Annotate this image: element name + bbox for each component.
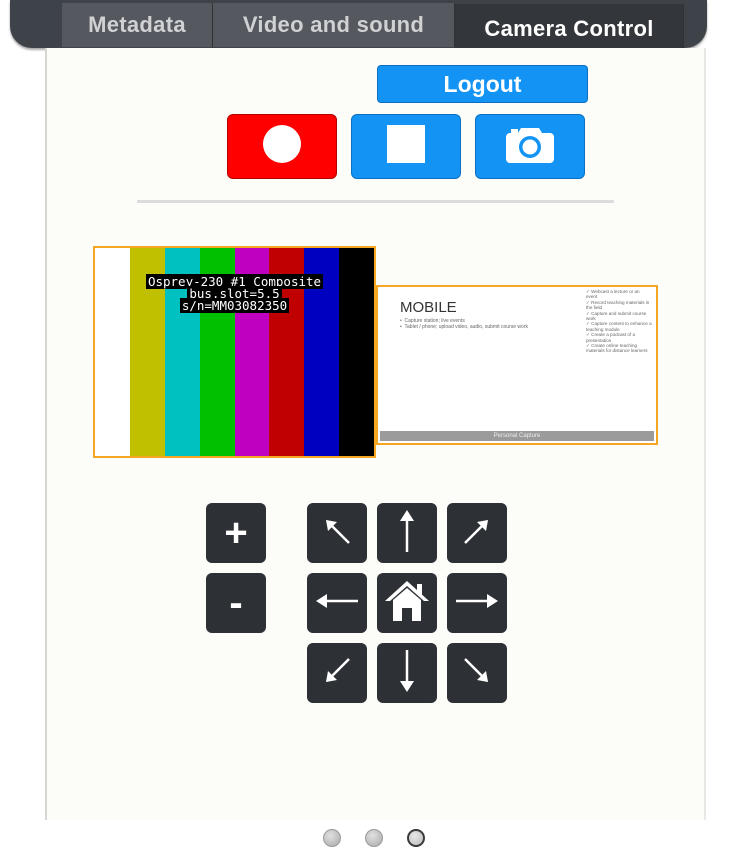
tilt-down-button[interactable] — [377, 643, 437, 703]
tab-bar: Metadata Video and sound Camera Control — [10, 0, 707, 48]
arrow-down-left-icon — [317, 651, 357, 696]
checklist-item: Webcast a lecture or an event — [586, 289, 640, 300]
tab-metadata[interactable]: Metadata — [62, 3, 213, 47]
checklist-item: Capture content to enhance a teaching mo… — [586, 321, 652, 332]
checklist-item: Record teaching materials in the field — [586, 299, 650, 311]
feed-osd-text: Osprey-230 #1 Composite bus.slot=5.5 s/n… — [95, 274, 374, 313]
checklist-item: Capture and submit course work — [586, 310, 647, 322]
checklist-item: Create online teaching materials for dis… — [586, 343, 648, 354]
snapshot-button[interactable] — [475, 114, 585, 179]
arrow-right-icon — [452, 586, 502, 621]
slide-bullets: • Capture station; live events • Tablet … — [400, 318, 528, 330]
tilt-up-button[interactable] — [377, 503, 437, 563]
minus-icon: - — [229, 581, 243, 625]
checklist-item: Create a podcast of a presentation — [586, 332, 636, 343]
divider — [137, 200, 614, 203]
pan-up-right-button[interactable] — [447, 503, 507, 563]
arrow-up-icon — [387, 506, 427, 561]
plus-icon: + — [224, 511, 248, 555]
pan-left-button[interactable] — [307, 573, 367, 633]
slide-footer: Personal Capture — [380, 431, 654, 441]
arrow-down-icon — [387, 646, 427, 701]
logout-button[interactable]: Logout — [377, 65, 588, 103]
camera-icon — [506, 125, 554, 168]
stop-button[interactable] — [351, 114, 461, 179]
pan-up-left-button[interactable] — [307, 503, 367, 563]
arrow-up-right-icon — [457, 511, 497, 556]
osd-line: s/n=MM03082350 — [179, 298, 290, 313]
home-icon — [384, 579, 430, 628]
video-feed-composite[interactable]: Osprey-230 #1 Composite bus.slot=5.5 s/n… — [93, 246, 376, 458]
pager-dot[interactable] — [323, 829, 341, 847]
stop-icon — [387, 125, 425, 168]
home-button[interactable] — [377, 573, 437, 633]
record-button[interactable] — [227, 114, 337, 179]
zoom-in-button[interactable]: + — [206, 503, 266, 563]
slide-title: MOBILE — [400, 299, 457, 316]
pager-dot-active[interactable] — [407, 829, 425, 847]
tab-camera-control[interactable]: Camera Control — [455, 4, 684, 48]
tab-video-and-sound[interactable]: Video and sound — [213, 3, 455, 47]
slide-bullet: Tablet / phone; upload video, audio, sub… — [404, 324, 528, 330]
video-feed-presentation[interactable]: MOBILE • Capture station; live events • … — [376, 285, 658, 445]
pager-dot[interactable] — [365, 829, 383, 847]
record-icon — [262, 124, 302, 169]
arrow-up-left-icon — [317, 511, 357, 556]
pan-down-right-button[interactable] — [447, 643, 507, 703]
arrow-down-right-icon — [457, 651, 497, 696]
pan-down-left-button[interactable] — [307, 643, 367, 703]
zoom-out-button[interactable]: - — [206, 573, 266, 633]
slide-checklist: ✓ Webcast a lecture or an event ✓ Record… — [586, 289, 652, 354]
pan-right-button[interactable] — [447, 573, 507, 633]
arrow-left-icon — [312, 586, 362, 621]
